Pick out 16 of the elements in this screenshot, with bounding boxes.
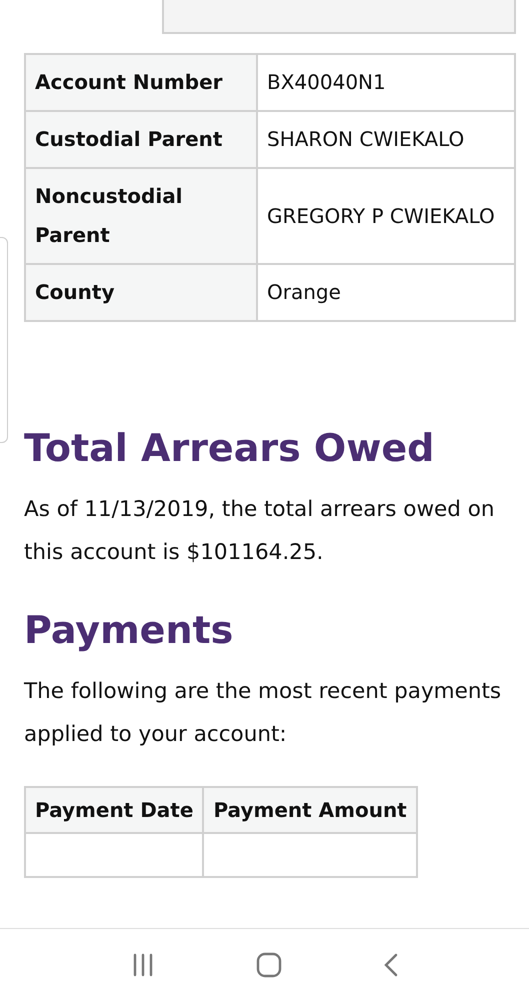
payments-text: The following are the most recent payments applied to your account: — [24, 678, 502, 749]
row-label: Noncustodial Parent — [25, 168, 257, 264]
table-cell: GREGORY P CWIEKALO — [257, 168, 515, 264]
arrears-text: As of 11/13/2019, the total arrears owed on this account is $101164.25. — [24, 496, 496, 567]
table-cell: SHARON CWIEKALO — [257, 111, 515, 168]
section-heading: Total Arrears Owed — [24, 426, 436, 470]
column-header: Payment Amount — [203, 787, 417, 833]
row-label: Account Number — [25, 54, 257, 111]
table-cell: BX40040N1 — [257, 54, 515, 111]
row-label: County — [25, 264, 257, 321]
home-icon[interactable] — [256, 952, 282, 978]
row-label: Custodial Parent — [25, 111, 257, 168]
back-icon[interactable] — [382, 952, 398, 977]
section-heading: Payments — [24, 608, 234, 652]
column-header: Payment Date — [25, 787, 204, 833]
table-cell: Orange — [257, 264, 515, 321]
